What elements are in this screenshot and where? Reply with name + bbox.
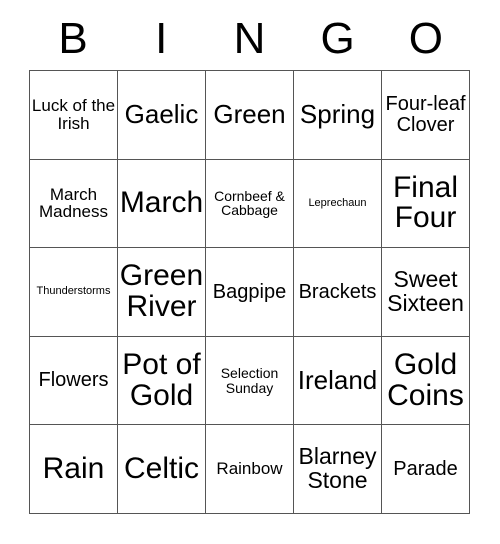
bingo-cell[interactable]: Parade xyxy=(382,425,470,514)
bingo-header-row: B I N G O xyxy=(29,8,470,70)
bingo-cell[interactable]: Four-leaf Clover xyxy=(382,71,470,160)
bingo-cell-label: March xyxy=(119,185,204,219)
bingo-cell[interactable]: Rain xyxy=(30,425,118,514)
bingo-grid: Luck of the Irish Gaelic Green Spring Fo… xyxy=(29,70,470,514)
bingo-cell[interactable]: Leprechaun xyxy=(294,159,382,249)
bingo-cell[interactable]: Pot of Gold xyxy=(118,336,206,426)
bingo-row: March Madness March Cornbeef & Cabbage L… xyxy=(30,159,470,249)
bingo-cell[interactable]: Green River xyxy=(118,248,206,337)
header-letter-i: I xyxy=(155,14,168,63)
bingo-cell[interactable]: March Madness xyxy=(30,159,118,249)
bingo-cell-label: Blarney Stone xyxy=(298,443,377,494)
bingo-cell[interactable]: Cornbeef & Cabbage xyxy=(206,159,294,249)
bingo-cell[interactable]: Selection Sunday xyxy=(206,336,294,426)
header-letter-g: G xyxy=(320,14,355,63)
bingo-cell[interactable]: Green xyxy=(206,71,294,160)
bingo-cell[interactable]: Luck of the Irish xyxy=(30,71,118,160)
bingo-row: Thunderstorms Green River Bagpipe Bracke… xyxy=(30,248,470,337)
header-letter-b: B xyxy=(58,14,88,63)
bingo-row: Rain Celtic Rainbow Blarney Stone Parade xyxy=(30,425,470,514)
bingo-cell-label: Spring xyxy=(299,99,376,130)
bingo-cell-label: Celtic xyxy=(123,451,199,485)
bingo-cell-label: Gold Coins xyxy=(387,347,464,412)
bingo-cell[interactable]: Rainbow xyxy=(206,425,294,514)
bingo-cell-label: Green River xyxy=(119,259,204,323)
bingo-cell-label: Rainbow xyxy=(216,459,283,479)
bingo-cell-label: Luck of the Irish xyxy=(31,96,116,133)
bingo-cell[interactable]: Ireland xyxy=(294,336,382,426)
bingo-cell-label: Parade xyxy=(393,457,458,480)
bingo-cell-label: Gaelic xyxy=(124,99,199,130)
bingo-cell[interactable]: Sweet Sixteen xyxy=(382,248,470,337)
bingo-cell[interactable]: Brackets xyxy=(294,248,382,337)
bingo-cell-label: Flowers xyxy=(38,369,109,392)
bingo-cell[interactable]: Blarney Stone xyxy=(294,425,382,514)
bingo-cell[interactable]: Gold Coins xyxy=(382,336,470,426)
bingo-cell-label: Thunderstorms xyxy=(36,285,111,298)
header-letter-n: N xyxy=(233,14,266,63)
bingo-cell-label: Cornbeef & Cabbage xyxy=(214,187,285,219)
bingo-cell-label: Final Four xyxy=(392,170,459,235)
bingo-cell-label: Brackets xyxy=(298,280,377,303)
bingo-cell-label: Green xyxy=(213,99,286,130)
bingo-cell[interactable]: Final Four xyxy=(382,159,470,249)
bingo-row: Luck of the Irish Gaelic Green Spring Fo… xyxy=(30,71,470,160)
bingo-cell[interactable]: March xyxy=(118,159,206,249)
bingo-card: B I N G O Luck of the Irish Gaelic Green… xyxy=(0,0,500,544)
bingo-cell-label: Pot of Gold xyxy=(122,347,201,412)
bingo-cell-label: Selection Sunday xyxy=(220,365,279,396)
bingo-cell-label: Bagpipe xyxy=(212,280,287,303)
bingo-cell[interactable]: Bagpipe xyxy=(206,248,294,337)
bingo-row: Flowers Pot of Gold Selection Sunday Ire… xyxy=(30,336,470,426)
bingo-cell[interactable]: Gaelic xyxy=(118,71,206,160)
bingo-cell-label: March Madness xyxy=(39,184,108,222)
bingo-cell[interactable]: Spring xyxy=(294,71,382,160)
bingo-cell-label: Ireland xyxy=(297,365,378,396)
bingo-cell[interactable]: Celtic xyxy=(118,425,206,514)
bingo-cell-label: Sweet Sixteen xyxy=(387,266,464,316)
bingo-cell-label: Rain xyxy=(42,451,105,485)
bingo-cell-label: Four-leaf Clover xyxy=(385,93,466,136)
header-letter-o: O xyxy=(408,14,443,63)
bingo-cell[interactable]: Flowers xyxy=(30,336,118,426)
bingo-cell[interactable]: Thunderstorms xyxy=(30,248,118,337)
bingo-cell-label: Leprechaun xyxy=(308,196,367,209)
